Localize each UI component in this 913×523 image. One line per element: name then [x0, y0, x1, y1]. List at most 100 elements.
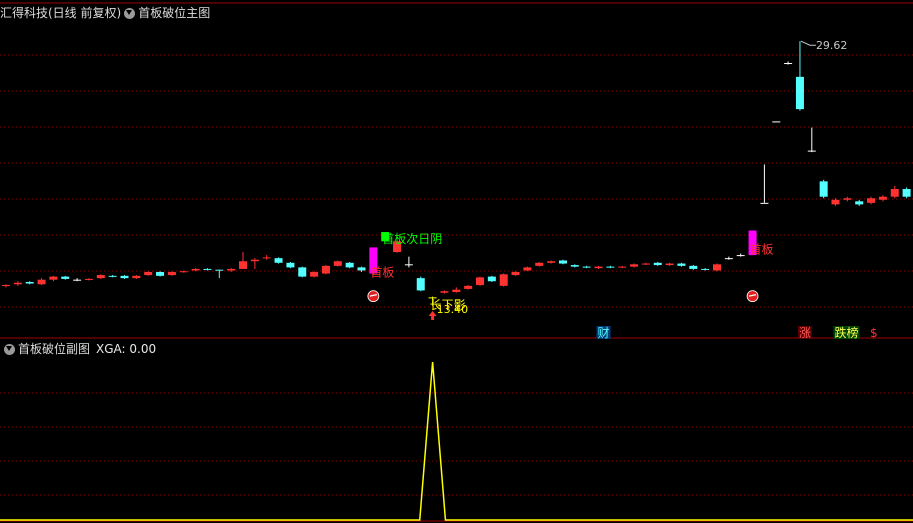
candle: [37, 278, 46, 286]
candle-body: [37, 279, 46, 285]
candle-body: [404, 264, 413, 266]
candle: [321, 265, 330, 275]
candle: [878, 195, 887, 202]
candle: [618, 265, 627, 269]
candle-body: [535, 262, 544, 266]
candle: [807, 127, 816, 153]
candle: [440, 290, 449, 294]
candle: [61, 275, 70, 280]
stock-title: 汇得科技(日线 前复权): [0, 6, 122, 20]
candle: [487, 275, 496, 282]
candle: [570, 264, 579, 268]
candle: [298, 266, 307, 278]
candle-body: [641, 263, 650, 265]
candle-body: [144, 272, 153, 276]
low-price-label: 13.40: [437, 303, 469, 316]
candle-body: [321, 265, 330, 274]
annotation-label: 首板次日阴: [382, 232, 442, 246]
candle: [606, 265, 615, 269]
candle: [902, 187, 911, 199]
annotation-label: 首板: [750, 243, 774, 257]
candle-body: [689, 265, 698, 269]
candle-body: [760, 202, 769, 204]
candle-body: [476, 277, 484, 286]
candle: [843, 196, 852, 202]
candle: [404, 256, 413, 268]
dropdown-circle-icon[interactable]: [124, 7, 136, 19]
candle: [25, 281, 34, 285]
candle-body: [653, 262, 662, 266]
candle: [535, 262, 544, 267]
candle: [96, 274, 105, 279]
candle-body: [203, 268, 212, 270]
candle: [641, 262, 650, 266]
event-tag-label: 跌榜: [835, 325, 859, 340]
candle-body: [618, 266, 627, 268]
candle-body: [547, 261, 556, 263]
max-pointer: [800, 40, 816, 46]
candle-body: [286, 262, 295, 268]
candle-body: [25, 281, 34, 284]
sub-indicator-name[interactable]: 首板破位副图: [18, 340, 90, 358]
event-tag-label: $: [870, 326, 878, 340]
candle-body: [120, 275, 129, 279]
candle: [499, 273, 508, 287]
candle: [476, 276, 484, 286]
candle-body: [345, 262, 354, 268]
candle-body: [2, 285, 10, 287]
candle-body: [108, 275, 117, 277]
candle: [582, 265, 591, 269]
candle: [84, 278, 93, 281]
candle: [416, 276, 425, 292]
candle-body: [61, 276, 70, 279]
xga-value: XGA: 0.00: [96, 342, 157, 356]
candle: [867, 196, 876, 205]
candle-body: [890, 189, 899, 197]
candle: [239, 252, 247, 269]
ball-circle: [367, 290, 380, 303]
candle-body: [831, 199, 840, 205]
candle: [274, 257, 283, 264]
candle: [73, 278, 82, 282]
candle-body: [594, 266, 603, 269]
max-price-label: 29.62: [816, 39, 848, 52]
candle-body: [298, 267, 307, 277]
stock-chart[interactable]: 29.62首板次日阴首板首板长下影13.40财涨跌榜 $: [0, 0, 913, 523]
dropdown-circle-icon[interactable]: [4, 343, 15, 355]
candle-body: [736, 255, 745, 257]
event-tag-label: 涨: [799, 325, 811, 340]
candle: [819, 179, 828, 199]
candle: [713, 263, 721, 272]
candle: [724, 256, 733, 260]
candle-body: [724, 258, 733, 260]
candle-body: [156, 272, 165, 276]
candle-body: [452, 289, 461, 292]
candle-body: [795, 76, 804, 110]
candle: [333, 260, 342, 267]
candle: [49, 275, 58, 282]
candle-body: [582, 266, 591, 268]
candle: [2, 284, 10, 288]
candle-body: [511, 272, 520, 276]
candle: [167, 271, 176, 276]
candle: [890, 185, 899, 199]
candle-body: [167, 272, 176, 276]
candle: [144, 271, 153, 276]
candle: [345, 262, 354, 269]
candle: [558, 259, 567, 265]
candle: [108, 275, 117, 278]
candle: [677, 262, 686, 267]
candle-body: [784, 63, 793, 65]
main-indicator-name[interactable]: 首板破位主图: [138, 4, 210, 22]
candle: [855, 199, 864, 206]
candle: [13, 281, 22, 286]
candle-body: [902, 189, 911, 197]
main-panel-header: 汇得科技(日线 前复权) 首板破位主图: [0, 4, 210, 22]
candle-body: [630, 264, 639, 267]
candle: [689, 265, 698, 270]
candle-body: [250, 259, 259, 262]
candle-body: [333, 261, 342, 266]
candle: [594, 265, 603, 269]
candle: [784, 61, 793, 65]
candle: [760, 164, 769, 204]
